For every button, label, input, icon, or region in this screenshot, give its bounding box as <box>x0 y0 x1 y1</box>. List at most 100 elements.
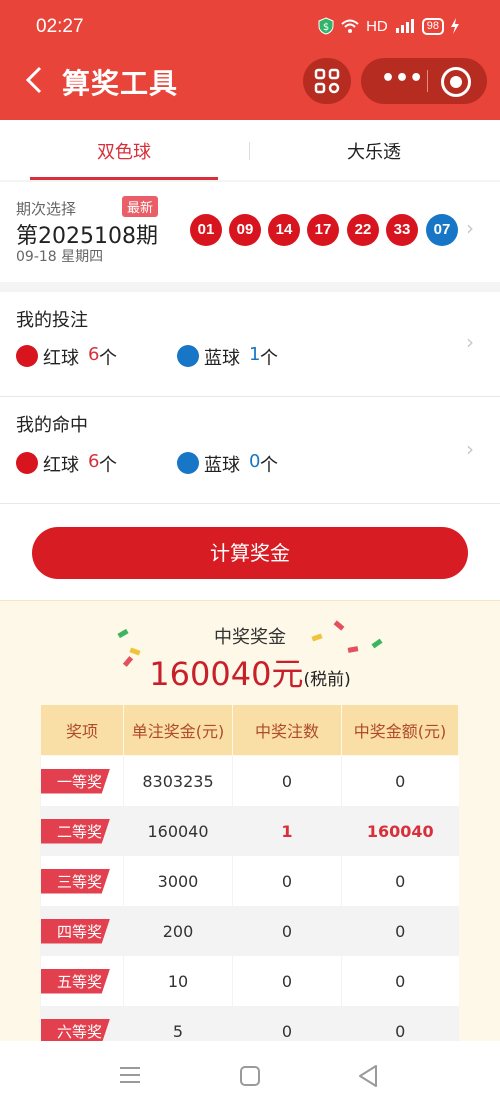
status-time: 02:27 <box>36 16 84 37</box>
prize-amount: 160040元 <box>149 655 304 693</box>
unit-label: 个 <box>99 348 117 369</box>
win-total: 0 <box>341 906 459 956</box>
back-button[interactable] <box>18 62 54 98</box>
system-nav-bar <box>0 1041 500 1111</box>
win-total: 0 <box>341 956 459 1006</box>
prize-level: 四等奖 <box>40 906 124 956</box>
signal-type: HD <box>366 17 388 35</box>
level-tag: 五等奖 <box>41 968 111 994</box>
shield-icon: $ <box>318 17 334 35</box>
level-tag: 四等奖 <box>41 918 111 944</box>
blue-label: 蓝球 <box>204 455 240 476</box>
prize-level: 二等奖 <box>40 806 124 856</box>
my-bet-title: 我的投注 <box>16 310 88 331</box>
level-tag: 一等奖 <box>41 768 111 794</box>
single-prize: 8303235 <box>123 755 233 806</box>
unit-label: 个 <box>260 455 278 476</box>
level-tag: 二等奖 <box>41 818 111 844</box>
prize-level: 三等奖 <box>40 856 124 906</box>
blue-count: 0 <box>249 451 261 472</box>
prize-level: 五等奖 <box>40 956 124 1006</box>
prize-panel: 中奖奖金 160040元(税前) 奖项 单注奖金(元) 中奖注数 中奖金额(元)… <box>0 600 500 1056</box>
table-header-row: 奖项 单注奖金(元) 中奖注数 中奖金额(元) <box>40 704 459 756</box>
charging-icon <box>451 18 459 34</box>
period-selector[interactable]: 期次选择 最新 第2025108期 09-18 星期四 01 09 14 17 … <box>0 182 500 282</box>
red-ball: 22 <box>347 214 379 246</box>
column-header: 单注奖金(元) <box>123 704 233 756</box>
capsule-divider <box>427 70 428 92</box>
win-count: 0 <box>232 856 342 906</box>
red-ball: 17 <box>307 214 339 246</box>
chevron-left-icon <box>25 66 42 94</box>
column-header: 中奖注数 <box>232 704 342 756</box>
home-icon[interactable] <box>239 1065 261 1087</box>
level-tag: 三等奖 <box>41 868 111 894</box>
red-ball: 33 <box>386 214 418 246</box>
table-row: 五等奖 10 0 0 <box>40 956 459 1006</box>
single-prize: 3000 <box>123 856 233 906</box>
scan-button[interactable] <box>303 58 351 104</box>
red-ball-icon <box>16 345 38 367</box>
win-count: 0 <box>232 755 342 806</box>
page-title: 算奖工具 <box>62 67 179 100</box>
my-hit-title: 我的命中 <box>16 415 88 436</box>
win-total: 0 <box>341 755 459 806</box>
table-row: 三等奖 3000 0 0 <box>40 856 459 906</box>
lottery-tabs: 双色球 大乐透 <box>0 120 500 180</box>
unit-label: 个 <box>260 348 278 369</box>
unit-label: 个 <box>99 455 117 476</box>
my-bet-card[interactable]: 我的投注 红球 6 个 蓝球 1 个 › <box>0 292 500 396</box>
status-icons: $ HD 98 <box>318 17 460 35</box>
close-target-button[interactable] <box>441 67 471 97</box>
table-row: 四等奖 200 0 0 <box>40 906 459 956</box>
win-count: 1 <box>232 806 342 856</box>
wifi-icon <box>341 19 359 33</box>
red-ball: 01 <box>190 214 222 246</box>
chevron-right-icon: › <box>466 437 474 461</box>
blue-count: 1 <box>249 344 261 365</box>
tax-note: (税前) <box>303 670 351 690</box>
win-count: 0 <box>232 956 342 1006</box>
red-ball-icon <box>16 452 38 474</box>
prize-level: 一等奖 <box>40 755 124 806</box>
my-hit-card[interactable]: 我的命中 红球 6 个 蓝球 0 个 › <box>0 397 500 503</box>
win-count: 0 <box>232 906 342 956</box>
latest-badge: 最新 <box>122 196 159 217</box>
chevron-right-icon: › <box>466 330 474 354</box>
tab-active-indicator <box>30 177 218 180</box>
tab-divider <box>249 142 250 160</box>
red-count: 6 <box>88 451 100 472</box>
prize-title: 中奖奖金 <box>214 627 286 648</box>
red-count: 6 <box>88 344 100 365</box>
blue-ball-icon <box>177 345 199 367</box>
red-ball: 14 <box>268 214 300 246</box>
menu-icon[interactable] <box>119 1065 141 1085</box>
svg-text:$: $ <box>323 22 329 33</box>
blue-ball: 07 <box>426 214 458 246</box>
table-row: 一等奖 8303235 0 0 <box>40 755 459 806</box>
blue-label: 蓝球 <box>204 348 240 369</box>
prize-table: 奖项 单注奖金(元) 中奖注数 中奖金额(元) 一等奖 8303235 0 0 … <box>40 704 459 1056</box>
mini-program-capsule: ••• <box>361 58 487 104</box>
red-label: 红球 <box>43 348 79 369</box>
battery-icon: 98 <box>421 17 444 35</box>
calc-area: 计算奖金 <box>0 504 500 600</box>
single-prize: 10 <box>123 956 233 1006</box>
tab-shuangseqiu[interactable]: 双色球 <box>97 138 151 164</box>
chevron-right-icon: › <box>466 216 474 240</box>
period-label: 期次选择 <box>16 200 77 218</box>
table-row: 二等奖 160040 1 160040 <box>40 806 459 856</box>
single-prize: 160040 <box>123 806 233 856</box>
blue-ball-icon <box>177 452 199 474</box>
single-prize: 200 <box>123 906 233 956</box>
more-button[interactable]: ••• <box>381 68 423 94</box>
calculate-prize-button[interactable]: 计算奖金 <box>32 527 468 579</box>
cell-signal-icon <box>395 19 414 33</box>
red-ball: 09 <box>229 214 261 246</box>
scan-icon <box>314 68 340 94</box>
level-tag: 六等奖 <box>41 1018 111 1044</box>
period-date: 09-18 星期四 <box>16 249 104 265</box>
back-nav-icon[interactable] <box>357 1064 379 1088</box>
tab-daletou[interactable]: 大乐透 <box>347 138 401 164</box>
column-header: 中奖金额(元) <box>341 704 459 756</box>
